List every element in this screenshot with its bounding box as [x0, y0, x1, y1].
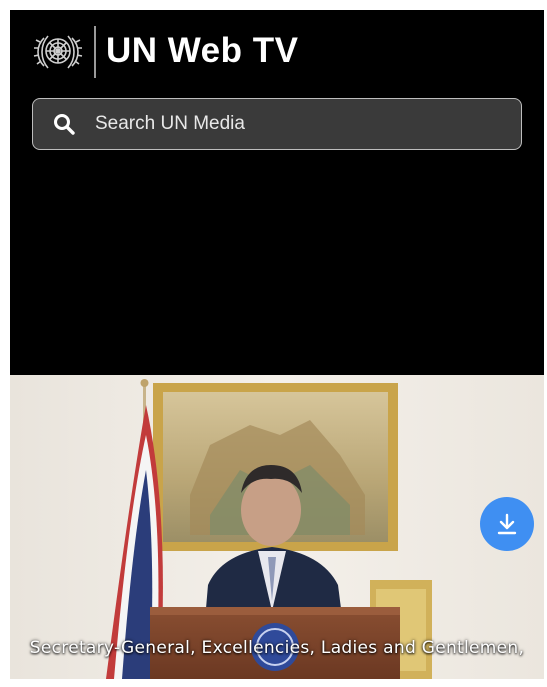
search-bar[interactable] [32, 98, 522, 150]
logo-divider [94, 26, 96, 78]
search-input[interactable] [93, 112, 521, 136]
video-frame [10, 375, 544, 679]
search-icon[interactable] [53, 113, 75, 135]
download-icon [497, 513, 517, 535]
video-player[interactable]: Secretary-General, Excellencies, Ladies … [10, 375, 544, 679]
video-subtitle: Secretary-General, Excellencies, Ladies … [29, 638, 525, 658]
un-web-tv-app: UN Web TV Search UN Media Secretary-Gene… [10, 10, 544, 679]
un-emblem-icon[interactable] [30, 28, 86, 74]
download-button[interactable] [480, 497, 534, 551]
brand-title[interactable]: UN Web TV [106, 28, 298, 74]
